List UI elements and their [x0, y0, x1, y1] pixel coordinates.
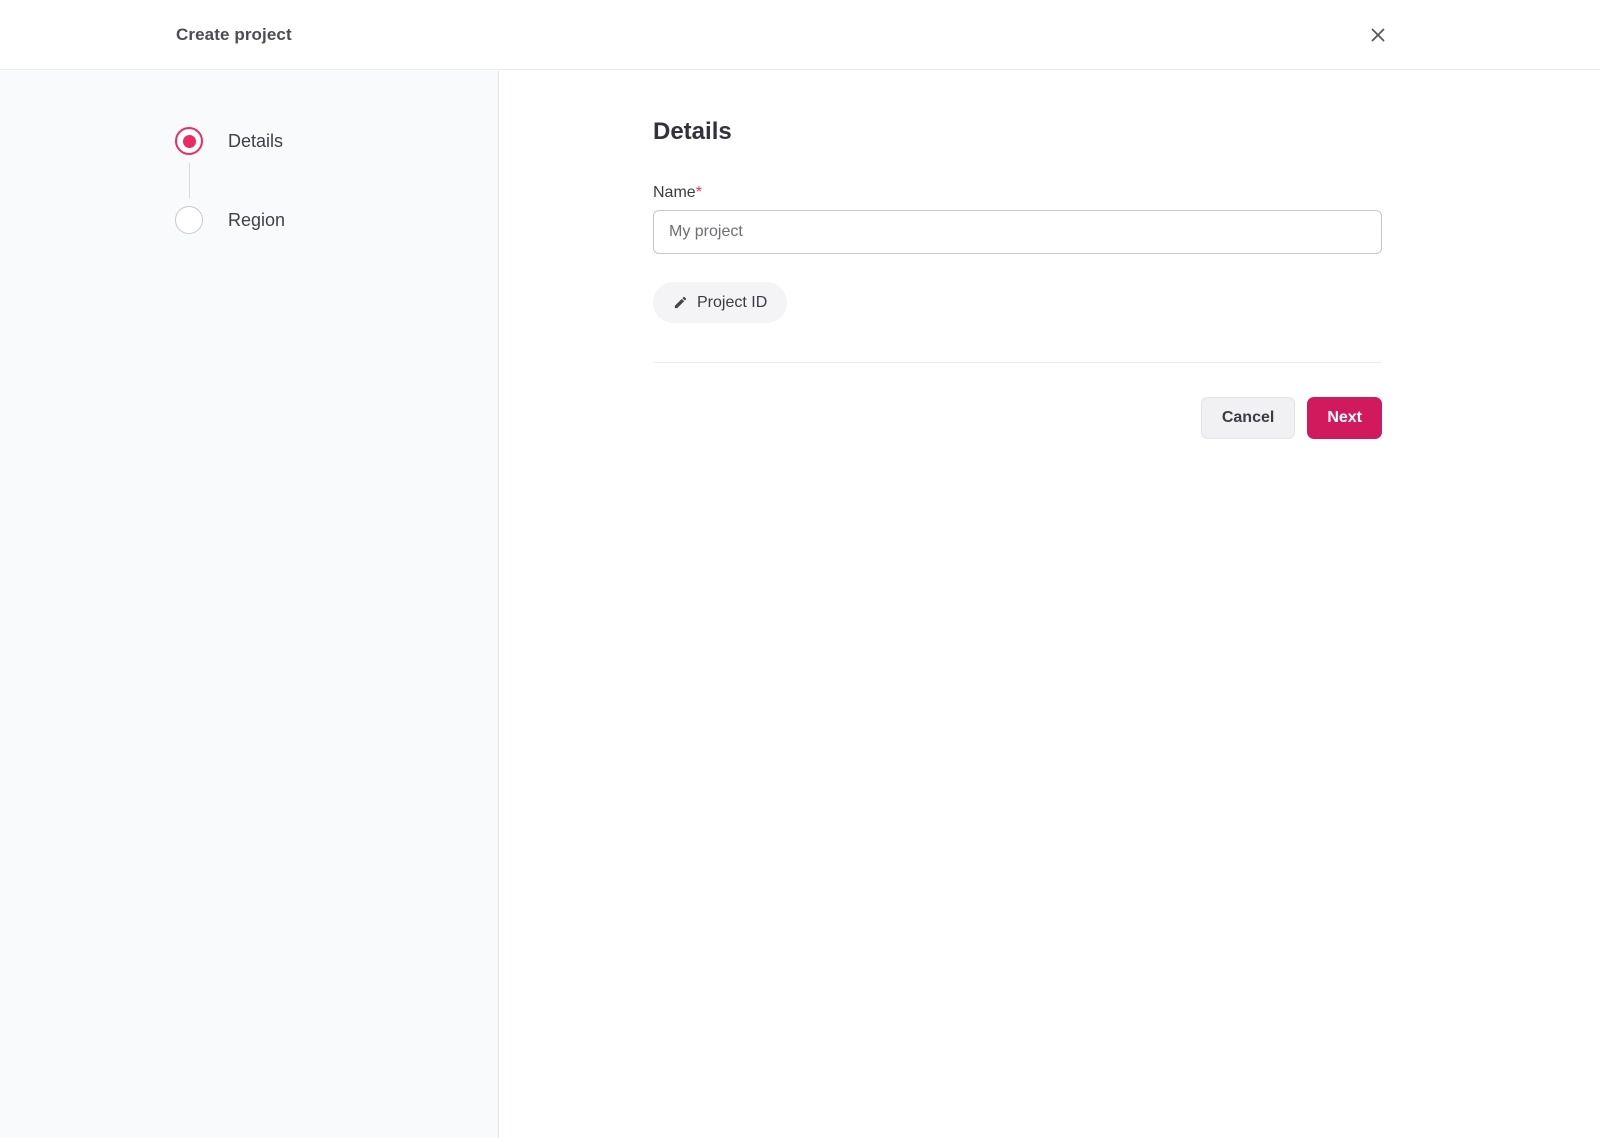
- stepper-step-region[interactable]: Region: [175, 206, 498, 234]
- step-connector: [175, 155, 203, 206]
- step-heading: Details: [653, 118, 732, 145]
- wizard-main-panel: Details Name* Project ID Cancel Next: [500, 71, 1600, 1138]
- project-name-input[interactable]: [653, 210, 1382, 254]
- step-label-region: Region: [228, 209, 286, 230]
- modal-header: Create project: [0, 0, 1600, 70]
- close-icon: [1370, 27, 1386, 43]
- name-label-text: Name: [653, 184, 696, 201]
- step-connector-line: [188, 163, 190, 198]
- form-divider: [653, 362, 1382, 363]
- step-radio-inactive-icon: [175, 206, 203, 234]
- step-label-details: Details: [228, 130, 284, 151]
- wizard-footer-actions: Cancel Next: [653, 397, 1382, 439]
- stepper-step-details[interactable]: Details: [175, 127, 498, 155]
- step-radio-dot: [182, 134, 196, 148]
- modal-title: Create project: [176, 24, 292, 44]
- details-step-content: Details Name* Project ID Cancel Next: [653, 71, 1382, 439]
- close-button[interactable]: [1360, 17, 1396, 53]
- name-field-label: Name*: [653, 183, 1382, 203]
- wizard-sidebar: Details Region: [0, 71, 499, 1138]
- stepper: Details Region: [0, 71, 498, 234]
- required-asterisk: *: [695, 184, 702, 201]
- edit-pencil-icon: [673, 295, 688, 310]
- step-radio-active-icon: [175, 127, 203, 155]
- cancel-button[interactable]: Cancel: [1200, 397, 1296, 439]
- project-id-button[interactable]: Project ID: [653, 282, 788, 323]
- project-id-button-label: Project ID: [697, 293, 768, 311]
- next-button[interactable]: Next: [1307, 397, 1382, 439]
